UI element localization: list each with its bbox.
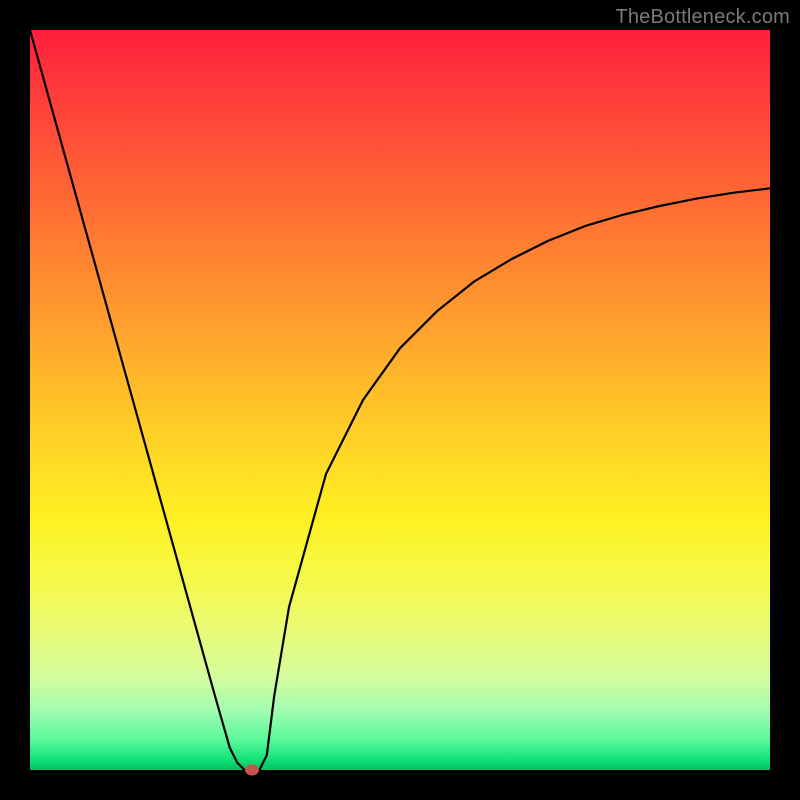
bottleneck-curve — [30, 30, 770, 770]
chart-frame: TheBottleneck.com — [0, 0, 800, 800]
minimum-marker — [245, 765, 259, 776]
plot-area — [30, 30, 770, 770]
watermark-text: TheBottleneck.com — [615, 6, 790, 29]
